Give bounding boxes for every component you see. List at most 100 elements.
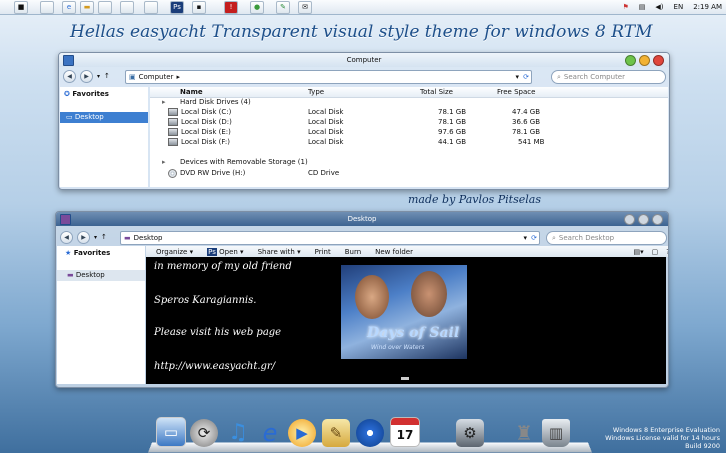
- window-titlebar[interactable]: Desktop: [56, 212, 668, 226]
- website-link[interactable]: http://www.easyacht.gr/: [154, 361, 275, 372]
- close-button[interactable]: [652, 214, 663, 225]
- address-bar[interactable]: ▬ Desktop ▾ ⟳: [120, 231, 540, 245]
- address-dropdown-icon[interactable]: ▾: [515, 73, 519, 81]
- system-preferences-icon[interactable]: ⚙: [456, 419, 484, 447]
- forward-button[interactable]: ▶: [80, 69, 93, 83]
- back-button[interactable]: ◀: [60, 230, 73, 244]
- table-row[interactable]: DVD RW Drive (H:) CD Drive: [150, 168, 668, 178]
- new-folder-button[interactable]: New folder: [375, 248, 413, 256]
- dvd-icon[interactable]: [356, 419, 384, 447]
- column-header-name[interactable]: Name: [180, 87, 203, 97]
- dock: ▭ ⟳ ♫ e ▶ ✎ 17 ⚙ ♜ ▥: [147, 408, 593, 453]
- window-app-icon: [60, 214, 71, 225]
- explorer-icon[interactable]: ■: [14, 1, 28, 14]
- grip-handle[interactable]: [401, 377, 409, 380]
- taskbar-blank-icon[interactable]: [98, 1, 112, 14]
- column-header-type[interactable]: Type: [308, 87, 324, 97]
- view-options-icon[interactable]: ▤▾: [634, 248, 644, 256]
- expand-arrow-icon[interactable]: ▸: [162, 97, 166, 107]
- memorial-line-3: Please visit his web page: [154, 327, 282, 338]
- pencil-icon[interactable]: ✎: [322, 419, 350, 447]
- up-arrow-icon[interactable]: ↑: [101, 233, 107, 241]
- preview-pane-icon[interactable]: ▢: [652, 248, 659, 256]
- clock[interactable]: 2:19 AM: [693, 3, 722, 11]
- group-header[interactable]: ▸ Hard Disk Drives (4): [150, 97, 668, 107]
- sidebar-item-desktop[interactable]: ▬ Desktop: [57, 270, 145, 281]
- stop-icon[interactable]: !: [224, 1, 238, 14]
- refresh-icon[interactable]: ⟳: [523, 73, 529, 81]
- organize-button[interactable]: Organize ▾: [156, 248, 193, 256]
- dvd-drive-icon: [168, 168, 177, 178]
- photoshop-icon[interactable]: Ps: [170, 1, 184, 14]
- window-title: Computer: [346, 56, 382, 64]
- notepad-icon[interactable]: ✎: [276, 1, 290, 14]
- refresh-icon[interactable]: ⟳: [531, 234, 537, 242]
- address-dropdown-icon[interactable]: ▾: [523, 234, 527, 242]
- taskbar-blank-icon[interactable]: [120, 1, 134, 14]
- column-header-total-size[interactable]: Total Size: [420, 87, 453, 97]
- search-input[interactable]: ⌕ Search Desktop: [546, 231, 667, 245]
- search-input[interactable]: ⌕ Search Computer: [551, 70, 666, 84]
- recent-pages-icon[interactable]: ▾: [94, 234, 97, 241]
- rocket-icon[interactable]: ♜: [510, 419, 538, 447]
- ie-icon[interactable]: e: [62, 1, 76, 14]
- help-icon[interactable]: ?: [666, 248, 668, 256]
- table-row[interactable]: Local Disk (C:) Local Disk 78.1 GB 47.4 …: [150, 107, 668, 117]
- chrome-icon[interactable]: ●: [250, 1, 264, 14]
- share-with-button[interactable]: Share with ▾: [258, 248, 301, 256]
- file-list: Name Type Total Size Free Space ▸ Hard D…: [150, 87, 668, 187]
- music-note-icon[interactable]: ♫: [224, 419, 252, 447]
- language-indicator[interactable]: EN: [674, 3, 684, 11]
- up-arrow-icon[interactable]: ↑: [104, 72, 110, 80]
- group-header[interactable]: ▸ Devices with Removable Storage (1): [150, 157, 668, 167]
- forward-button[interactable]: ▶: [77, 230, 90, 244]
- watermark-line-2: Windows License valid for 14 hours: [605, 434, 720, 442]
- internet-explorer-icon[interactable]: e: [256, 419, 284, 447]
- app-icon[interactable]: ▪: [192, 1, 206, 14]
- maximize-button[interactable]: [639, 55, 650, 66]
- media-player-icon[interactable]: ▶: [288, 419, 316, 447]
- mail-icon[interactable]: ✉: [298, 1, 312, 14]
- expand-arrow-icon[interactable]: ▸: [162, 157, 166, 167]
- back-button[interactable]: ◀: [63, 69, 76, 83]
- maximize-button[interactable]: [638, 214, 649, 225]
- search-placeholder: Search Desktop: [558, 234, 615, 242]
- taskbar-blank-icon[interactable]: [40, 1, 54, 14]
- desktop-window[interactable]: Desktop ◀ ▶ ▾ ↑ ▬ Desktop ▾ ⟳ ⌕ Search D…: [55, 211, 669, 388]
- address-text: Computer: [138, 73, 174, 81]
- folder-icon[interactable]: ▬: [80, 1, 94, 14]
- days-of-sail-poster[interactable]: Days of Sail Wind over Waters: [341, 265, 467, 359]
- calendar-day: 17: [396, 428, 414, 442]
- table-row[interactable]: Local Disk (D:) Local Disk 78.1 GB 36.6 …: [150, 117, 668, 127]
- address-text: Desktop: [133, 234, 163, 242]
- minimize-button[interactable]: [625, 55, 636, 66]
- table-row[interactable]: Local Disk (F:) Local Disk 44.1 GB 541 M…: [150, 137, 668, 147]
- sidebar-item-favorites[interactable]: ★ Favorites: [65, 249, 110, 257]
- sidebar-item-desktop[interactable]: ▭ Desktop: [60, 112, 148, 123]
- table-row[interactable]: Local Disk (E:) Local Disk 97.6 GB 78.1 …: [150, 127, 668, 137]
- window-title: Desktop: [347, 215, 377, 223]
- burn-button[interactable]: Burn: [345, 248, 361, 256]
- print-button[interactable]: Print: [315, 248, 331, 256]
- calendar-icon[interactable]: 17: [390, 417, 420, 447]
- computer-window[interactable]: Computer ◀ ▶ ▾ ↑ ▣ Computer ▸ ▾ ⟳ ⌕ Sear…: [58, 52, 670, 190]
- volume-icon[interactable]: ◀): [655, 3, 663, 11]
- column-header-free-space[interactable]: Free Space: [497, 87, 535, 97]
- taskbar-blank-icon[interactable]: [144, 1, 158, 14]
- man-portrait: [411, 271, 447, 317]
- trash-icon[interactable]: ▥: [542, 419, 570, 447]
- open-button[interactable]: Ps Open ▾: [207, 247, 244, 256]
- flag-icon[interactable]: ⚑: [623, 3, 629, 11]
- recent-pages-icon[interactable]: ▾: [97, 73, 100, 80]
- breadcrumb-arrow-icon[interactable]: ▸: [176, 73, 180, 81]
- minimize-button[interactable]: [624, 214, 635, 225]
- imac-icon[interactable]: ▭: [156, 417, 186, 447]
- network-icon[interactable]: ▤: [639, 3, 646, 11]
- star-icon: ✪: [64, 90, 70, 98]
- address-bar[interactable]: ▣ Computer ▸ ▾ ⟳: [125, 70, 532, 84]
- sidebar-item-favorites[interactable]: ✪ Favorites: [64, 89, 109, 99]
- banner-byline: made by Pavlos Pitselas: [408, 193, 541, 206]
- window-titlebar[interactable]: Computer: [59, 53, 669, 67]
- sync-icon[interactable]: ⟳: [190, 419, 218, 447]
- close-button[interactable]: [653, 55, 664, 66]
